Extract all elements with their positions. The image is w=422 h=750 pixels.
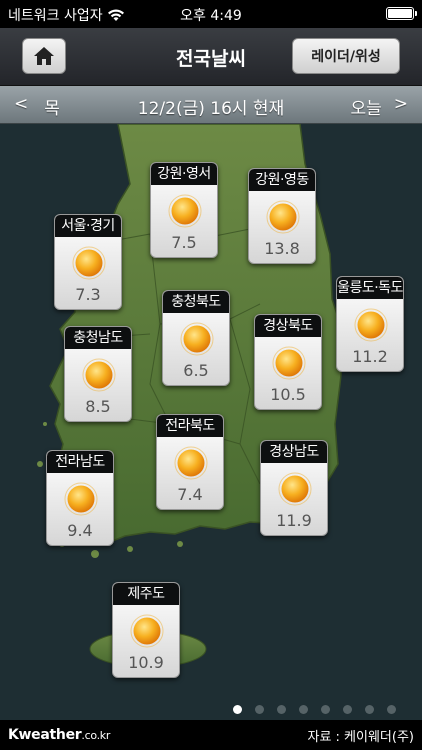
- region-temperature: 7.5: [171, 233, 197, 252]
- region-temperature: 7.4: [177, 485, 203, 504]
- region-card[interactable]: 제주도 10.9: [112, 582, 180, 678]
- region-name: 충청북도: [163, 291, 229, 313]
- region-temperature: 6.5: [183, 361, 209, 380]
- region-card[interactable]: 전라남도 9.4: [46, 450, 114, 546]
- region-temperature: 9.4: [67, 521, 93, 540]
- page-dot[interactable]: [321, 705, 330, 714]
- radar-satellite-button[interactable]: 레이더/위성: [292, 38, 400, 74]
- region-card[interactable]: 경상남도 11.9: [260, 440, 328, 536]
- sun-icon: [64, 482, 98, 516]
- region-temperature: 10.5: [270, 385, 306, 404]
- kweather-logo: Kweather.co.kr: [8, 727, 111, 743]
- region-name: 서울·경기: [55, 215, 121, 237]
- sun-icon: [266, 200, 300, 234]
- region-temperature: 13.8: [264, 239, 300, 258]
- region-temperature: 7.3: [75, 285, 101, 304]
- region-card[interactable]: 강원·영동 13.8: [248, 168, 316, 264]
- sun-icon: [354, 308, 388, 342]
- page-dot[interactable]: [365, 705, 374, 714]
- region-name: 전라남도: [47, 451, 113, 473]
- data-source-label: 자료 : 케이웨더(주): [307, 729, 414, 745]
- region-temperature: 11.9: [276, 511, 312, 530]
- footer: Kweather.co.kr 자료 : 케이웨더(주): [0, 720, 422, 750]
- region-card[interactable]: 경상북도 10.5: [254, 314, 322, 410]
- chevron-right-icon: >: [393, 94, 408, 114]
- sun-icon: [168, 194, 202, 228]
- region-card[interactable]: 울릉도·독도 11.2: [336, 276, 404, 372]
- region-temperature: 10.9: [128, 653, 164, 672]
- page-dot[interactable]: [343, 705, 352, 714]
- region-name: 강원·영동: [249, 169, 315, 191]
- region-card[interactable]: 서울·경기 7.3: [54, 214, 122, 310]
- page-dot[interactable]: [233, 705, 242, 714]
- sun-icon: [82, 358, 116, 392]
- page-dot[interactable]: [277, 705, 286, 714]
- region-name: 경상북도: [255, 315, 321, 337]
- region-name: 제주도: [113, 583, 179, 605]
- region-name: 충청남도: [65, 327, 131, 349]
- page-dot[interactable]: [387, 705, 396, 714]
- region-temperature: 8.5: [85, 397, 111, 416]
- next-day-label: 오늘: [350, 99, 382, 119]
- sun-icon: [278, 472, 312, 506]
- korea-weather-map[interactable]: 강원·영서 7.5 강원·영동 13.8 서울·경기 7.3 충청북도 6.5 울릉도·독도 11…: [0, 124, 422, 720]
- page-indicator[interactable]: [0, 700, 422, 720]
- region-card[interactable]: 충청남도 8.5: [64, 326, 132, 422]
- region-name: 전라북도: [157, 415, 223, 437]
- region-name: 경상남도: [261, 441, 327, 463]
- region-temperature: 11.2: [352, 347, 388, 366]
- page-dot[interactable]: [299, 705, 308, 714]
- battery-icon: [386, 7, 417, 20]
- region-card[interactable]: 강원·영서 7.5: [150, 162, 218, 258]
- sun-icon: [180, 322, 214, 356]
- region-card[interactable]: 전라북도 7.4: [156, 414, 224, 510]
- sun-icon: [130, 614, 164, 648]
- region-card[interactable]: 충청북도 6.5: [162, 290, 230, 386]
- page-dot[interactable]: [255, 705, 264, 714]
- sun-icon: [174, 446, 208, 480]
- sun-icon: [72, 246, 106, 280]
- status-bar: 네트워크 사업자 오후 4:49: [0, 0, 422, 28]
- navigation-bar: 전국날씨 레이더/위성: [0, 28, 422, 86]
- region-name: 울릉도·독도: [337, 277, 403, 299]
- next-day-button[interactable]: 오늘 >: [350, 94, 408, 119]
- date-bar: < 목 12/2(금) 16시 현재 오늘 >: [0, 86, 422, 124]
- sun-icon: [272, 346, 306, 380]
- clock: 오후 4:49: [180, 8, 242, 24]
- region-name: 강원·영서: [151, 163, 217, 185]
